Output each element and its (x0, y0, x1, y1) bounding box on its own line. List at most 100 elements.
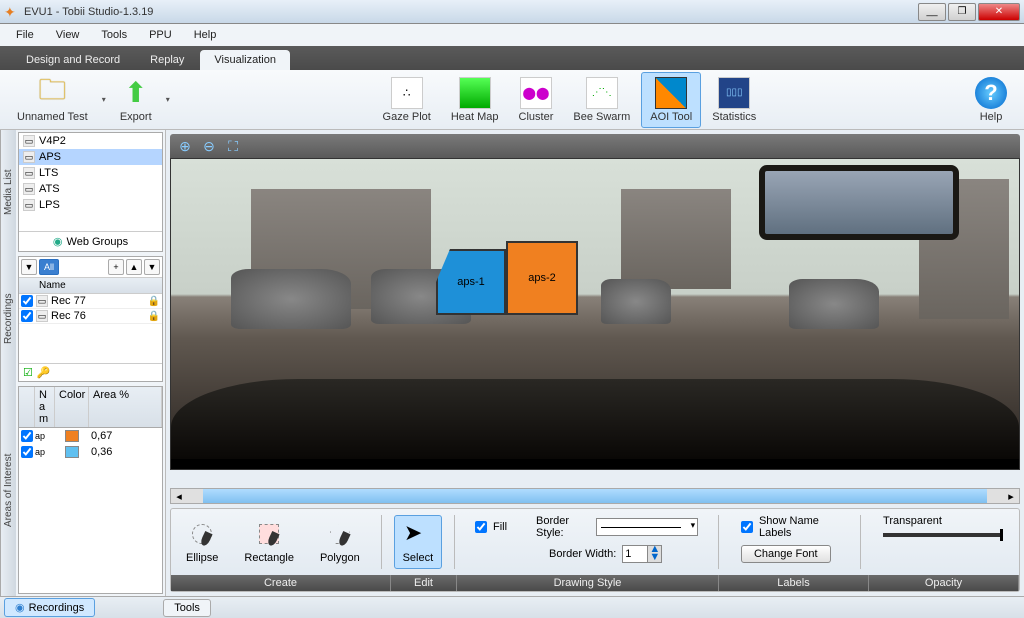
fit-screen-icon[interactable]: ⛶ (224, 138, 242, 155)
filter-icon[interactable]: ▼ (21, 259, 37, 275)
ellipse-button[interactable]: Ellipse (177, 515, 227, 569)
aoi-label: Areas of Interest (0, 384, 16, 596)
aoi-region-1[interactable]: aps-1 (436, 249, 506, 315)
gaze-plot-button[interactable]: ∴Gaze Plot (374, 72, 440, 128)
media-icon: ▭ (23, 151, 35, 163)
border-width-input[interactable] (623, 546, 647, 562)
media-item[interactable]: ▭ATS (19, 181, 162, 197)
web-groups-button[interactable]: ◉Web Groups (19, 231, 162, 251)
tab-visualization[interactable]: Visualization (200, 50, 290, 70)
border-width-spinner[interactable]: ▲▼ (622, 545, 662, 563)
change-font-button[interactable]: Change Font (741, 545, 831, 563)
create-section-label: Create (171, 575, 391, 591)
aoi-checkbox[interactable] (21, 430, 33, 442)
menubar: File View Tools PPU Help (0, 24, 1024, 46)
titlebar: ✦ EVU1 - Tobii Studio-1.3.19 __ ❐ ✕ (0, 0, 1024, 24)
media-icon: ▭ (23, 199, 35, 211)
scroll-right[interactable]: ▸ (1003, 490, 1019, 503)
folder-icon: 🗀 (36, 77, 68, 109)
cluster-button[interactable]: ⬤⬤Cluster (510, 72, 563, 128)
aoi-row[interactable]: ap0,36 (19, 444, 162, 460)
menu-help[interactable]: Help (184, 26, 227, 44)
tab-design-record[interactable]: Design and Record (12, 50, 134, 70)
aoi-tool-button[interactable]: AOI Tool (641, 72, 701, 128)
recording-row[interactable]: ▭Rec 76🔒 (19, 309, 162, 324)
zoom-in-icon[interactable]: ⊕ (176, 138, 194, 155)
test-dropdown[interactable]: ▾ (99, 95, 109, 104)
media-list-label: Media List (0, 130, 16, 254)
tab-replay[interactable]: Replay (136, 50, 198, 70)
media-icon: ▭ (23, 135, 35, 147)
menu-view[interactable]: View (46, 26, 90, 44)
border-style-select[interactable] (596, 518, 698, 536)
footer-recordings-button[interactable]: ◉Recordings (4, 598, 95, 617)
rec-checkbox[interactable] (21, 295, 33, 307)
edit-section-label: Edit (391, 575, 457, 591)
media-item[interactable]: ▭LTS (19, 165, 162, 181)
fill-checkbox[interactable] (475, 521, 487, 533)
main-tabs: Design and Record Replay Visualization (0, 46, 1024, 70)
scroll-track[interactable] (203, 489, 987, 503)
video-viewport[interactable]: aps-1 aps-2 (170, 158, 1020, 470)
zoom-out-icon[interactable]: ⊖ (200, 138, 218, 155)
close-button[interactable]: ✕ (978, 3, 1020, 21)
recordings-name-header[interactable]: Name (19, 278, 162, 294)
spin-down[interactable]: ▼ (647, 554, 661, 562)
aoi-checkbox[interactable] (21, 446, 33, 458)
rec-checkbox[interactable] (21, 310, 33, 322)
polygon-button[interactable]: Polygon (311, 515, 369, 569)
cluster-icon: ⬤⬤ (520, 77, 552, 109)
style-section-label: Drawing Style (457, 575, 719, 591)
recording-row[interactable]: ▭Rec 77🔒 (19, 294, 162, 309)
up-button[interactable]: ▲ (126, 259, 142, 275)
color-swatch (65, 430, 79, 442)
check-all-icon[interactable]: ☑ (23, 366, 33, 379)
rearview-mirror (759, 165, 959, 240)
heat-map-button[interactable]: Heat Map (442, 72, 508, 128)
rectangle-button[interactable]: Rectangle (235, 515, 303, 569)
recordings-label: Recordings (0, 254, 16, 384)
minimize-button[interactable]: __ (918, 3, 946, 21)
heat-map-icon (459, 77, 491, 109)
show-labels-checkbox[interactable] (741, 521, 753, 533)
maximize-button[interactable]: ❐ (948, 3, 976, 21)
lock-icon: 🔒 (148, 296, 160, 307)
menu-tools[interactable]: Tools (91, 26, 137, 44)
window-title: EVU1 - Tobii Studio-1.3.19 (24, 6, 918, 18)
horizontal-scrollbar[interactable]: ◂ ▸ (170, 488, 1020, 504)
statistics-icon: ▯▯▯ (718, 77, 750, 109)
export-dropdown[interactable]: ▾ (163, 95, 173, 104)
bee-swarm-button[interactable]: ⋰⋱Bee Swarm (564, 72, 639, 128)
aoi-row[interactable]: ap0,67 (19, 428, 162, 444)
menu-ppu[interactable]: PPU (139, 26, 182, 44)
aoi-region-2[interactable]: aps-2 (506, 241, 578, 315)
media-item[interactable]: ▭APS (19, 149, 162, 165)
key-icon[interactable]: 🔑 (37, 366, 51, 379)
menu-file[interactable]: File (6, 26, 44, 44)
scroll-left[interactable]: ◂ (171, 490, 187, 503)
select-button[interactable]: ➤Select (394, 515, 443, 569)
aoi-area-header[interactable]: Area % (89, 387, 162, 427)
statistics-button[interactable]: ▯▯▯Statistics (703, 72, 765, 128)
media-item[interactable]: ▭V4P2 (19, 133, 162, 149)
media-icon: ▭ (23, 167, 35, 179)
down-button[interactable]: ▼ (144, 259, 160, 275)
aoi-tool-icon (655, 77, 687, 109)
aoi-name-header[interactable]: N a m (35, 387, 55, 427)
add-button[interactable]: + (108, 259, 124, 275)
footer-tools-button[interactable]: Tools (163, 599, 211, 617)
help-button[interactable]: ?Help (966, 72, 1016, 128)
media-item[interactable]: ▭LPS (19, 197, 162, 213)
export-button[interactable]: ⬆ Export (111, 72, 161, 128)
aoi-panel: N a m Color Area % ap0,67 ap0,36 (18, 386, 163, 594)
gaze-plot-icon: ∴ (391, 77, 423, 109)
main-area: ⊕ ⊖ ⛶ aps-1 aps-2 ◂ ▸ (166, 130, 1024, 596)
filter-all[interactable]: All (39, 259, 59, 275)
unnamed-test-button[interactable]: 🗀 Unnamed Test (8, 72, 97, 128)
left-sidebar: Media List ▭V4P2 ▭APS ▭LTS ▭ATS ▭LPS ◉We… (0, 130, 166, 596)
media-list-panel: ▭V4P2 ▭APS ▭LTS ▭ATS ▭LPS ◉Web Groups (18, 132, 163, 252)
opacity-slider[interactable] (883, 533, 1003, 537)
status-bar: ◉Recordings Tools (0, 596, 1024, 618)
recordings-panel: ▼ All + ▲ ▼ Name ▭Rec 77🔒 ▭Rec 76🔒 ☑ 🔑 (18, 256, 163, 382)
aoi-color-header[interactable]: Color (55, 387, 89, 427)
